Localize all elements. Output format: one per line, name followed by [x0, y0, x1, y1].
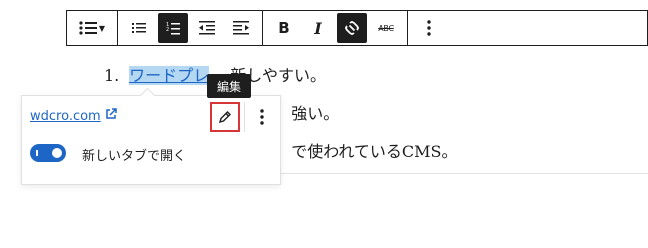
unordered-list-button[interactable] — [124, 13, 154, 43]
link-popover: wdcro.com 新しいタブで開く — [21, 95, 281, 185]
external-link-icon — [105, 108, 117, 124]
toolbar-group-format: B I ABC — [263, 11, 408, 45]
chevron-down-icon: ▼ — [98, 23, 106, 33]
edit-tooltip: 編集 — [207, 74, 251, 98]
selected-link-text[interactable]: ワードプレ — [129, 66, 210, 85]
more-options-button[interactable] — [414, 13, 444, 43]
toolbar-group-list: 1 2 — [118, 11, 263, 45]
link-url-text[interactable]: wdcro.com — [30, 109, 101, 124]
list-item-text: で使われているCMS。 — [291, 142, 458, 161]
unlink-button[interactable] — [337, 13, 367, 43]
popover-divider — [244, 102, 245, 132]
ordered-list-button[interactable]: 1 2 — [158, 13, 188, 43]
toolbar-group-list-type: ▼ — [67, 11, 118, 45]
more-vertical-icon — [260, 109, 264, 125]
unordered-list-icon — [132, 23, 146, 33]
pencil-icon — [218, 111, 231, 124]
indent-icon — [233, 21, 249, 35]
toggle-knob — [52, 148, 62, 158]
link-more-options-button[interactable] — [248, 100, 276, 134]
more-vertical-icon — [427, 20, 431, 36]
list-item-text: 強い。 — [291, 104, 340, 123]
edit-link-button[interactable] — [210, 102, 240, 132]
unlink-icon — [345, 21, 359, 35]
link-url[interactable]: wdcro.com — [30, 108, 117, 124]
toggle-on-indicator — [36, 150, 38, 156]
outdent-button[interactable] — [192, 13, 222, 43]
list-number: 1. — [104, 66, 120, 85]
list-style-dropdown-button[interactable]: ▼ — [73, 13, 111, 43]
toolbar-group-more — [408, 11, 450, 45]
open-new-tab-label: 新しいタブで開く — [82, 149, 187, 164]
ordered-list-icon: 1 2 — [166, 22, 180, 35]
indent-button[interactable] — [226, 13, 256, 43]
strikethrough-button[interactable]: ABC — [371, 13, 401, 43]
outdent-icon — [199, 21, 215, 35]
open-new-tab-toggle[interactable] — [30, 144, 66, 162]
svg-text:2: 2 — [166, 27, 169, 33]
italic-button[interactable]: I — [303, 13, 333, 43]
list-icon — [79, 21, 97, 35]
bold-button[interactable]: B — [269, 13, 299, 43]
block-toolbar: ▼ 1 2 B I ABC — [66, 10, 648, 46]
